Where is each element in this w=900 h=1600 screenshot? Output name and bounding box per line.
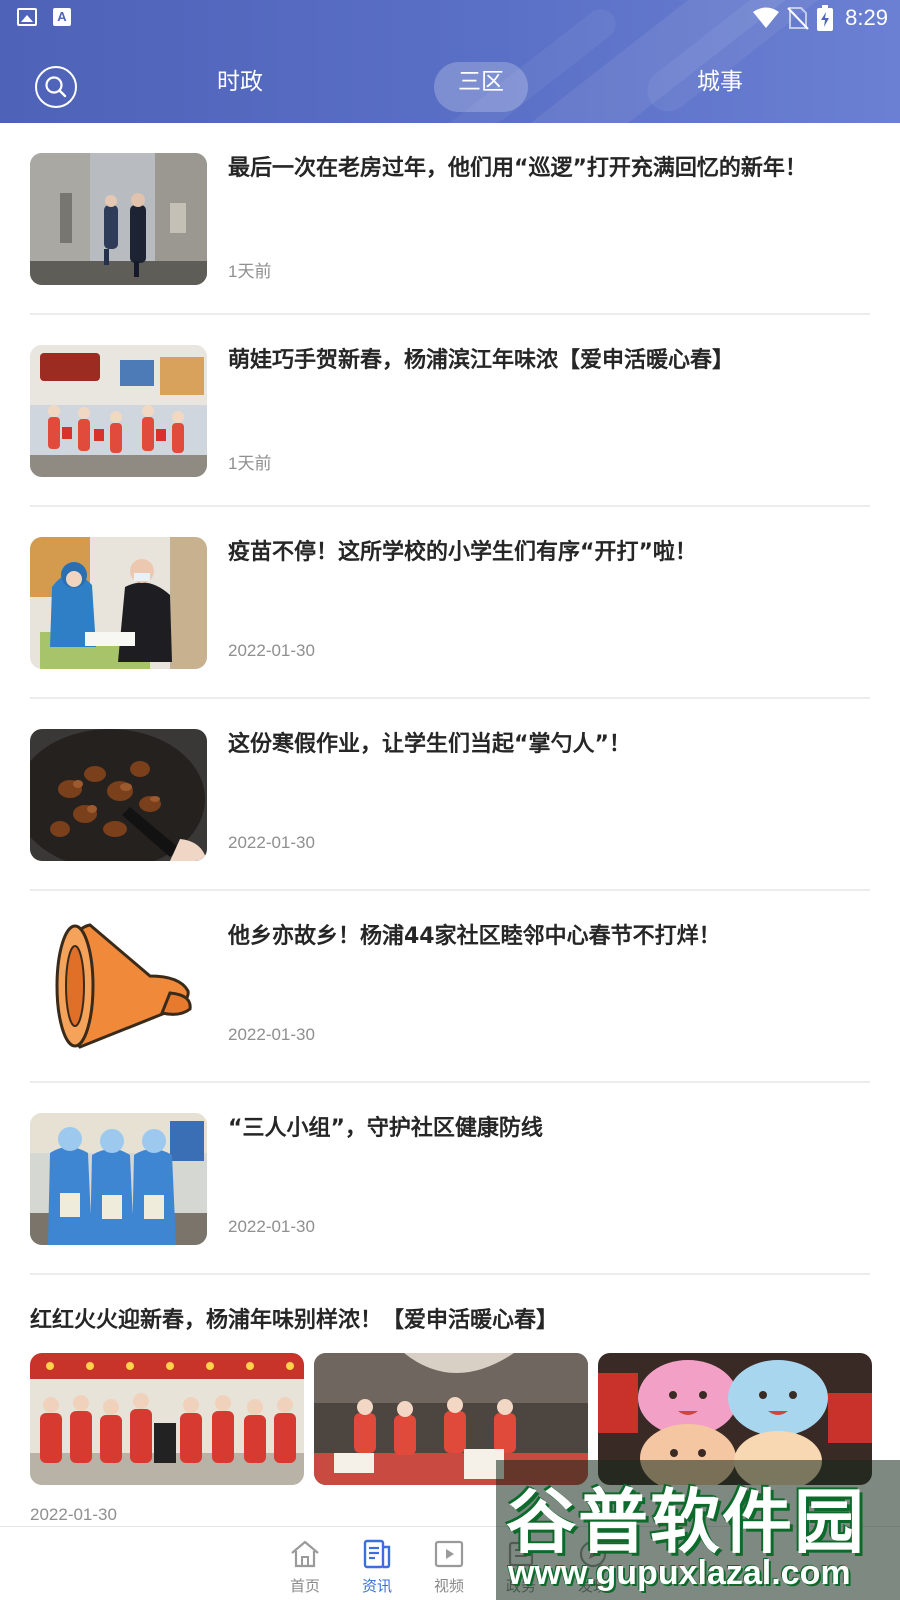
status-time: 8:29 bbox=[845, 5, 888, 30]
watermark-url: www.gupuxlazal.com bbox=[508, 1554, 851, 1592]
news-thumbnail bbox=[30, 345, 207, 477]
news-item[interactable]: 他乡亦故乡！杨浦44家社区睦邻中心春节不打烊！ 2022-01-30 bbox=[0, 891, 900, 1083]
news-icon bbox=[363, 1539, 391, 1569]
news-thumbnail bbox=[30, 1113, 207, 1245]
battery-charging-icon bbox=[817, 5, 834, 31]
search-button[interactable] bbox=[35, 66, 77, 108]
news-title: 这份寒假作业，让学生们当起“掌勺人”！ bbox=[228, 732, 631, 757]
nav-item-video[interactable]: 视频 bbox=[419, 1537, 479, 1596]
news-thumbnail bbox=[30, 537, 207, 669]
news-thumbnail bbox=[30, 921, 207, 1053]
news-item[interactable]: “三人小组”，守护社区健康防线 2022-01-30 bbox=[0, 1083, 900, 1275]
news-date: 2022-01-30 bbox=[228, 1217, 315, 1236]
no-sim-icon bbox=[787, 7, 809, 30]
news-item[interactable]: 疫苗不停！这所学校的小学生们有序“开打”啦！ 2022-01-30 bbox=[0, 507, 900, 699]
watermark-overlay: 谷普软件园 www.gupuxlazal.com bbox=[496, 1460, 900, 1600]
news-list: 最后一次在老房过年，他们用“巡逻”打开充满回忆的新年！ 1天前 萌娃巧手贺新春，… bbox=[0, 123, 900, 1275]
a-icon: A bbox=[53, 8, 71, 26]
news-title: 红红火火迎新春，杨浦年味别样浓！【爱申活暖心春】 bbox=[30, 1308, 559, 1333]
home-icon bbox=[291, 1540, 319, 1568]
nav-item-home[interactable]: 首页 bbox=[275, 1537, 335, 1596]
news-title: 萌娃巧手贺新春，杨浦滨江年味浓【爱申活暖心春】 bbox=[228, 348, 735, 373]
tab-chengshi[interactable]: 城事 bbox=[680, 62, 760, 112]
app-header: A 8:29 时政 三区 城事 bbox=[0, 0, 900, 123]
status-bar: A 8:29 bbox=[0, 0, 900, 36]
news-date: 1天前 bbox=[228, 262, 272, 281]
news-item[interactable]: 萌娃巧手贺新春，杨浦滨江年味浓【爱申活暖心春】 1天前 bbox=[0, 315, 900, 507]
wifi-icon bbox=[753, 7, 780, 28]
nav-label: 资讯 bbox=[361, 1577, 392, 1595]
video-icon bbox=[434, 1540, 464, 1568]
image-icon bbox=[17, 8, 37, 26]
search-icon bbox=[45, 76, 67, 98]
news-thumbnail bbox=[30, 729, 207, 861]
news-title: “三人小组”，守护社区健康防线 bbox=[228, 1116, 543, 1141]
feature-image bbox=[30, 1353, 304, 1485]
news-date: 2022-01-30 bbox=[228, 1025, 315, 1044]
watermark-text: 谷普软件园 bbox=[506, 1481, 866, 1563]
news-thumbnail bbox=[30, 153, 207, 285]
nav-item-news[interactable]: 资讯 bbox=[347, 1537, 407, 1596]
news-item[interactable]: 最后一次在老房过年，他们用“巡逻”打开充满回忆的新年！ 1天前 bbox=[0, 123, 900, 315]
news-title: 最后一次在老房过年，他们用“巡逻”打开充满回忆的新年！ bbox=[228, 156, 807, 181]
news-title: 疫苗不停！这所学校的小学生们有序“开打”啦！ bbox=[228, 540, 697, 565]
news-item[interactable]: 这份寒假作业，让学生们当起“掌勺人”！ 2022-01-30 bbox=[0, 699, 900, 891]
news-date: 1天前 bbox=[228, 454, 272, 473]
news-date: 2022-01-30 bbox=[228, 833, 315, 852]
tab-shizheng[interactable]: 时政 bbox=[200, 62, 280, 112]
nav-label: 视频 bbox=[433, 1577, 464, 1595]
news-title: 他乡亦故乡！杨浦44家社区睦邻中心春节不打烊！ bbox=[228, 924, 721, 949]
tab-sanqu[interactable]: 三区 bbox=[434, 62, 528, 112]
news-date: 2022-01-30 bbox=[30, 1505, 117, 1524]
news-date: 2022-01-30 bbox=[228, 641, 315, 660]
nav-label: 首页 bbox=[289, 1577, 320, 1595]
